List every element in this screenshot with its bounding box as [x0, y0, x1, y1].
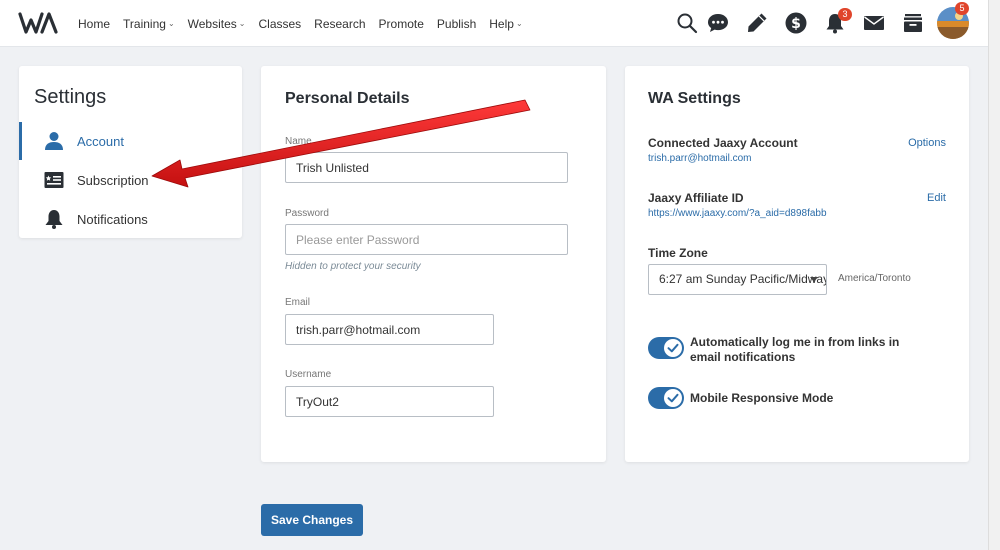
archive-icon[interactable] — [901, 11, 925, 35]
username-input[interactable] — [285, 386, 494, 417]
nav-training-label: Training — [123, 16, 166, 31]
sidebar-item-subscription[interactable]: Subscription — [19, 161, 242, 199]
bell-icon — [45, 210, 63, 229]
settings-sidebar: Settings Account Subscription Notificati… — [19, 66, 242, 238]
chat-icon[interactable] — [706, 11, 730, 35]
svg-text:$: $ — [791, 16, 801, 32]
nav-publish[interactable]: Publish — [437, 17, 476, 31]
nav-promote-label: Promote — [378, 16, 424, 31]
auto-login-label-line2: email notifications — [690, 350, 796, 364]
nav-research-label: Research — [314, 16, 366, 31]
top-navigation-bar: Home Training ⌄ Websites ⌄ Classes Researc… — [0, 0, 1000, 47]
nav-research[interactable]: Research — [314, 17, 365, 31]
password-input[interactable] — [285, 224, 568, 255]
nav-classes[interactable]: Classes — [258, 17, 301, 31]
nav-websites[interactable]: Websites ⌄ — [188, 17, 246, 31]
timezone-label: Time Zone — [648, 246, 708, 260]
auto-login-label-line1: Automatically log me in from links in — [690, 335, 900, 349]
email-label: Email — [285, 297, 311, 308]
mobile-responsive-toggle[interactable] — [648, 387, 684, 409]
save-changes-button[interactable]: Save Changes — [261, 504, 363, 536]
affiliate-id-value[interactable]: https://www.jaaxy.com/?a_aid=d898fabb — [648, 208, 827, 219]
page-scrollbar[interactable] — [988, 0, 1000, 550]
name-label: Name — [285, 136, 312, 147]
chevron-down-icon: ⌄ — [238, 19, 246, 28]
sidebar-item-label: Notifications — [77, 211, 148, 227]
personal-details-card: Personal Details Name Password Hidden to… — [261, 66, 606, 462]
toggle-knob — [664, 389, 682, 407]
wa-logo-icon[interactable] — [18, 10, 60, 36]
mobile-responsive-label: Mobile Responsive Mode — [690, 391, 834, 405]
search-icon[interactable] — [675, 11, 699, 35]
affiliate-edit-link[interactable]: Edit — [927, 192, 946, 204]
id-card-icon — [44, 172, 64, 188]
timezone-note: America/Toronto — [838, 273, 911, 284]
personal-details-title: Personal Details — [285, 90, 410, 107]
nav-home-label: Home — [78, 16, 111, 31]
main-nav: Home Training ⌄ Websites ⌄ Classes Researc… — [78, 0, 536, 47]
jaaxy-account-label: Connected Jaaxy Account — [648, 136, 798, 150]
nav-help[interactable]: Help ⌄ — [489, 17, 522, 31]
nav-training[interactable]: Training ⌄ — [123, 17, 175, 31]
pencil-icon[interactable] — [745, 11, 769, 35]
jaaxy-account-value: trish.parr@hotmail.com — [648, 153, 752, 164]
name-input[interactable] — [285, 152, 568, 183]
username-label: Username — [285, 369, 332, 380]
check-icon — [667, 343, 679, 353]
nav-classes-label: Classes — [258, 16, 302, 31]
chevron-down-icon: ⌄ — [167, 19, 175, 28]
jaaxy-options-link[interactable]: Options — [908, 137, 946, 149]
nav-home[interactable]: Home — [78, 17, 110, 31]
settings-title: Settings — [34, 86, 107, 108]
nav-help-label: Help — [489, 16, 514, 31]
toggle-knob — [664, 339, 682, 357]
check-icon — [667, 393, 679, 403]
auto-login-toggle[interactable] — [648, 337, 684, 359]
dollar-icon[interactable]: $ — [784, 11, 808, 35]
sidebar-item-label: Subscription — [77, 172, 149, 188]
nav-websites-label: Websites — [187, 16, 237, 31]
user-icon — [45, 132, 63, 150]
password-label: Password — [285, 208, 329, 219]
affiliate-id-label: Jaaxy Affiliate ID — [648, 191, 744, 205]
wa-settings-card: WA Settings Connected Jaaxy Account tris… — [625, 66, 969, 462]
timezone-selected-value: 6:27 am Sunday Pacific/Midway — [659, 272, 827, 286]
nav-promote[interactable]: Promote — [379, 17, 424, 31]
notifications-badge: 3 — [838, 8, 852, 21]
nav-publish-label: Publish — [436, 16, 477, 31]
sidebar-item-notifications[interactable]: Notifications — [19, 200, 242, 238]
chevron-down-icon: ⌄ — [515, 19, 523, 28]
sidebar-item-account[interactable]: Account — [19, 122, 242, 160]
timezone-select[interactable]: 6:27 am Sunday Pacific/Midway — [648, 264, 827, 295]
email-input[interactable] — [285, 314, 494, 345]
sidebar-item-label: Account — [77, 133, 124, 149]
auto-login-label: Automatically log me in from links in em… — [690, 335, 899, 365]
avatar-badge: 5 — [955, 2, 969, 15]
mail-icon[interactable] — [862, 11, 886, 35]
wa-settings-title: WA Settings — [648, 90, 741, 107]
password-helper-text: Hidden to protect your security — [285, 261, 421, 272]
caret-down-icon — [810, 277, 818, 282]
